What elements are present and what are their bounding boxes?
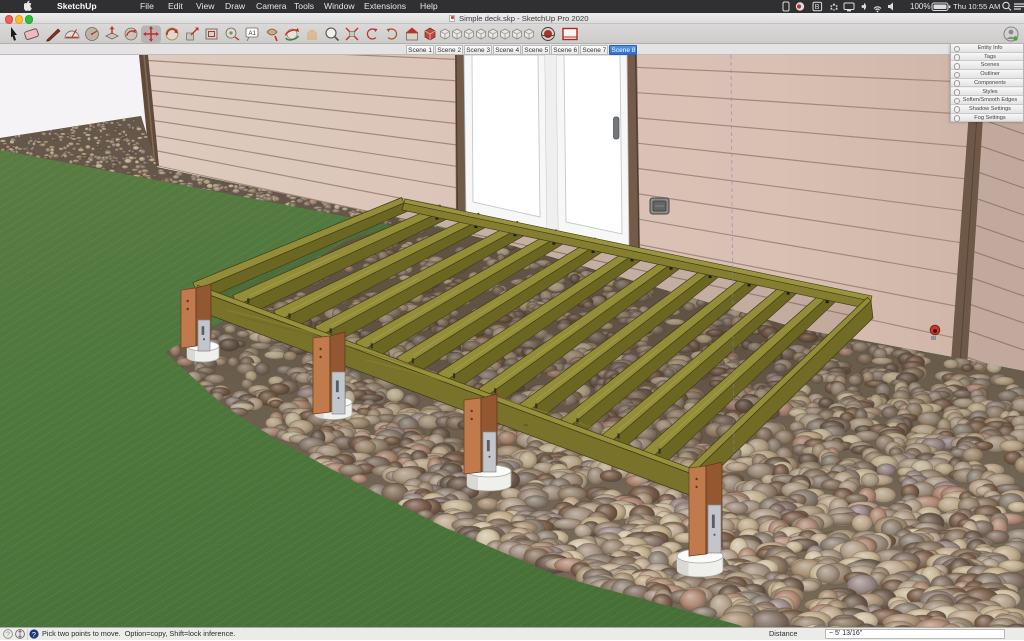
svg-text:B: B	[815, 4, 820, 11]
svg-text:A1: A1	[249, 31, 257, 37]
svg-text:?: ?	[6, 632, 10, 639]
svg-text:?: ?	[32, 630, 36, 639]
